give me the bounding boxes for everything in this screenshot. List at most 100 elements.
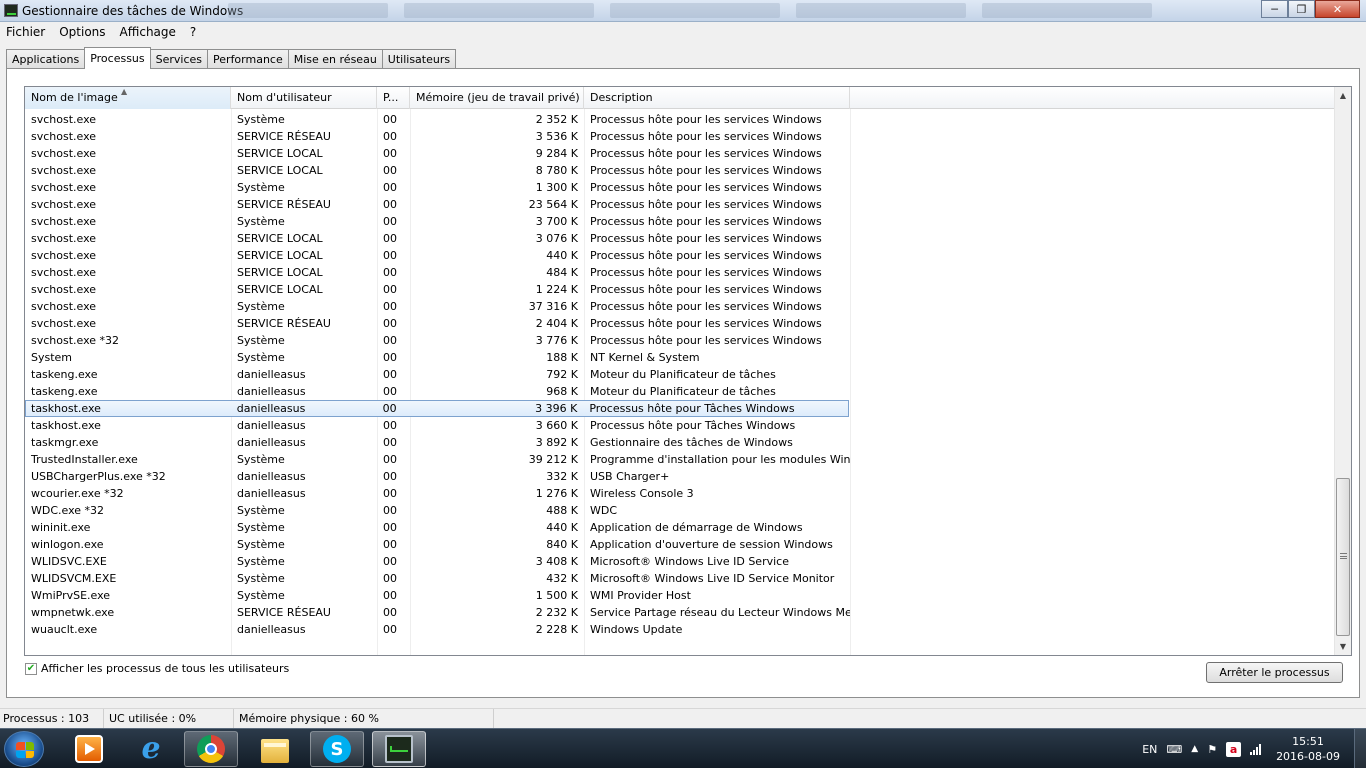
row-cpu: 00 (383, 351, 397, 364)
tab-processus[interactable]: Processus (84, 47, 151, 69)
column-header-cpu[interactable]: P... (377, 87, 410, 109)
table-row[interactable]: WmiPrvSE.exe Système 00 1 500 K WMI Provider… (25, 587, 1335, 604)
maximize-button[interactable]: ❐ (1288, 0, 1315, 18)
table-row[interactable]: svchost.exe SERVICE LOCAL 00 484 K Processus… (25, 264, 1335, 281)
table-row[interactable]: taskeng.exe danielleasus 00 968 K Moteur du … (25, 383, 1335, 400)
language-indicator[interactable]: EN (1142, 743, 1157, 756)
row-user-name: Système (237, 334, 285, 347)
taskbar-task-manager[interactable] (372, 731, 426, 767)
table-row[interactable]: svchost.exe Système 00 3 700 K Processus hôt… (25, 213, 1335, 230)
row-image-name: USBChargerPlus.exe *32 (31, 470, 166, 483)
menu-affichage[interactable]: Affichage (120, 25, 176, 39)
tab-network[interactable]: Mise en réseau (287, 49, 383, 68)
row-cpu: 00 (383, 181, 397, 194)
taskbar-chrome[interactable] (184, 731, 238, 767)
taskbar-internet-explorer[interactable]: e (124, 731, 178, 767)
row-description: Processus hôte pour les services Windows (590, 198, 822, 211)
status-cpu-usage: UC utilisée : 0% (104, 709, 234, 729)
tab-services[interactable]: Services (149, 49, 209, 68)
table-row[interactable]: svchost.exe SERVICE LOCAL 00 440 K Processus… (25, 247, 1335, 264)
column-header-memory[interactable]: Mémoire (jeu de travail privé) (410, 87, 584, 109)
sort-ascending-icon: ▲ (121, 87, 128, 96)
table-row[interactable]: WLIDSVCM.EXE Système 00 432 K Microsoft® Win… (25, 570, 1335, 587)
row-description: NT Kernel & System (590, 351, 700, 364)
skype-icon: S (323, 735, 351, 763)
table-row[interactable]: winlogon.exe Système 00 840 K Application d'… (25, 536, 1335, 553)
column-header-user-name[interactable]: Nom d'utilisateur (231, 87, 377, 109)
taskbar-skype[interactable]: S (310, 731, 364, 767)
table-row[interactable]: wuauclt.exe danielleasus 00 2 228 K Windows … (25, 621, 1335, 638)
row-description: Processus hôte pour les services Windows (590, 249, 822, 262)
table-row[interactable]: svchost.exe SERVICE LOCAL 00 8 780 K Process… (25, 162, 1335, 179)
table-row[interactable]: svchost.exe SERVICE LOCAL 00 9 284 K Process… (25, 145, 1335, 162)
table-row[interactable]: wininit.exe Système 00 440 K Application de … (25, 519, 1335, 536)
row-memory: 8 780 K (535, 164, 578, 177)
row-user-name: Système (237, 300, 285, 313)
table-row[interactable]: svchost.exe Système 00 37 316 K Processus hô… (25, 298, 1335, 315)
vertical-scrollbar[interactable]: ▲ ▼ (1334, 87, 1351, 655)
menu-fichier[interactable]: Fichier (6, 25, 45, 39)
row-description: Processus hôte pour les services Windows (590, 215, 822, 228)
show-desktop-button[interactable] (1354, 729, 1366, 768)
tab-performance[interactable]: Performance (207, 49, 289, 68)
table-row[interactable]: taskeng.exe danielleasus 00 792 K Moteur du … (25, 366, 1335, 383)
row-memory: 3 700 K (535, 215, 578, 228)
action-center-flag-icon[interactable]: ⚑ (1207, 743, 1217, 756)
task-manager-icon (4, 4, 18, 17)
row-user-name: danielleasus (237, 385, 306, 398)
row-user-name: danielleasus (237, 470, 306, 483)
show-all-users-label: Afficher les processus de tous les utili… (41, 662, 290, 675)
show-hidden-icons-arrow-icon[interactable]: ▲ (1191, 744, 1198, 754)
table-row[interactable]: wmpnetwk.exe SERVICE RÉSEAU 00 2 232 K Servi… (25, 604, 1335, 621)
end-process-button[interactable]: Arrêter le processus (1206, 662, 1343, 683)
table-row[interactable]: svchost.exe SERVICE LOCAL 00 3 076 K Process… (25, 230, 1335, 247)
table-row[interactable]: WLIDSVC.EXE Système 00 3 408 K Microsoft® Wi… (25, 553, 1335, 570)
table-row[interactable]: TrustedInstaller.exe Système 00 39 212 K Pro… (25, 451, 1335, 468)
table-row[interactable]: taskhost.exe danielleasus 00 3 660 K Process… (25, 417, 1335, 434)
process-list[interactable]: ▲ Nom de l'image Nom d'utilisateur P... … (24, 86, 1352, 656)
scroll-up-arrow-icon[interactable]: ▲ (1335, 87, 1351, 104)
table-row[interactable]: wcourier.exe *32 danielleasus 00 1 276 K Wir… (25, 485, 1335, 502)
table-row[interactable]: svchost.exe SERVICE RÉSEAU 00 2 404 K Proces… (25, 315, 1335, 332)
menu-options[interactable]: Options (59, 25, 105, 39)
table-row[interactable]: svchost.exe Système 00 1 300 K Processus hôt… (25, 179, 1335, 196)
taskbar-media-player[interactable] (62, 731, 116, 767)
column-header-image-name[interactable]: ▲ Nom de l'image (25, 87, 231, 109)
table-row[interactable]: svchost.exe Système 00 2 352 K Processus hôt… (25, 111, 1335, 128)
column-header-description[interactable]: Description (584, 87, 850, 109)
close-button[interactable]: ✕ (1315, 0, 1360, 18)
table-row[interactable]: taskhost.exe danielleasus 00 3 396 K Process… (25, 400, 849, 417)
scroll-down-arrow-icon[interactable]: ▼ (1335, 638, 1351, 655)
row-image-name: svchost.exe (31, 130, 97, 143)
table-row[interactable]: taskmgr.exe danielleasus 00 3 892 K Gestionn… (25, 434, 1335, 451)
minimize-button[interactable]: ─ (1261, 0, 1288, 18)
antivirus-icon[interactable]: a (1226, 741, 1242, 757)
row-image-name: WLIDSVCM.EXE (31, 572, 117, 585)
table-row[interactable]: svchost.exe SERVICE LOCAL 00 1 224 K Process… (25, 281, 1335, 298)
network-signal-icon[interactable] (1250, 743, 1262, 755)
start-button[interactable] (4, 731, 44, 767)
tab-users[interactable]: Utilisateurs (381, 49, 457, 68)
taskbar-file-explorer[interactable] (248, 731, 302, 767)
row-image-name: svchost.exe (31, 147, 97, 160)
scroll-thumb[interactable] (1336, 478, 1350, 636)
table-row[interactable]: WDC.exe *32 Système 00 488 K WDC (25, 502, 1335, 519)
show-all-users-checkbox[interactable]: ✔ (25, 662, 37, 675)
row-description: USB Charger+ (590, 470, 670, 483)
table-row[interactable]: USBChargerPlus.exe *32 danielleasus 00 332 … (25, 468, 1335, 485)
row-cpu: 00 (383, 334, 397, 347)
row-memory: 39 212 K (528, 453, 578, 466)
tab-applications[interactable]: Applications (6, 49, 86, 68)
show-all-users-option[interactable]: ✔ Afficher les processus de tous les uti… (25, 662, 289, 675)
row-image-name: svchost.exe (31, 113, 97, 126)
row-memory: 840 K (546, 538, 578, 551)
clock[interactable]: 15:51 2016-08-09 (1276, 734, 1340, 764)
table-row[interactable]: svchost.exe SERVICE RÉSEAU 00 3 536 K Proces… (25, 128, 1335, 145)
table-row[interactable]: svchost.exe SERVICE RÉSEAU 00 23 564 K Proce… (25, 196, 1335, 213)
table-row[interactable]: System Système 00 188 K NT Kernel & System (25, 349, 1335, 366)
menu-help[interactable]: ? (190, 25, 196, 39)
table-row[interactable]: svchost.exe *32 Système 00 3 776 K Processus… (25, 332, 1335, 349)
row-image-name: svchost.exe (31, 181, 97, 194)
window-titlebar[interactable]: Gestionnaire des tâches de Windows ─ ❐ ✕ (0, 0, 1366, 22)
keyboard-icon[interactable]: ⌨ (1166, 743, 1182, 756)
